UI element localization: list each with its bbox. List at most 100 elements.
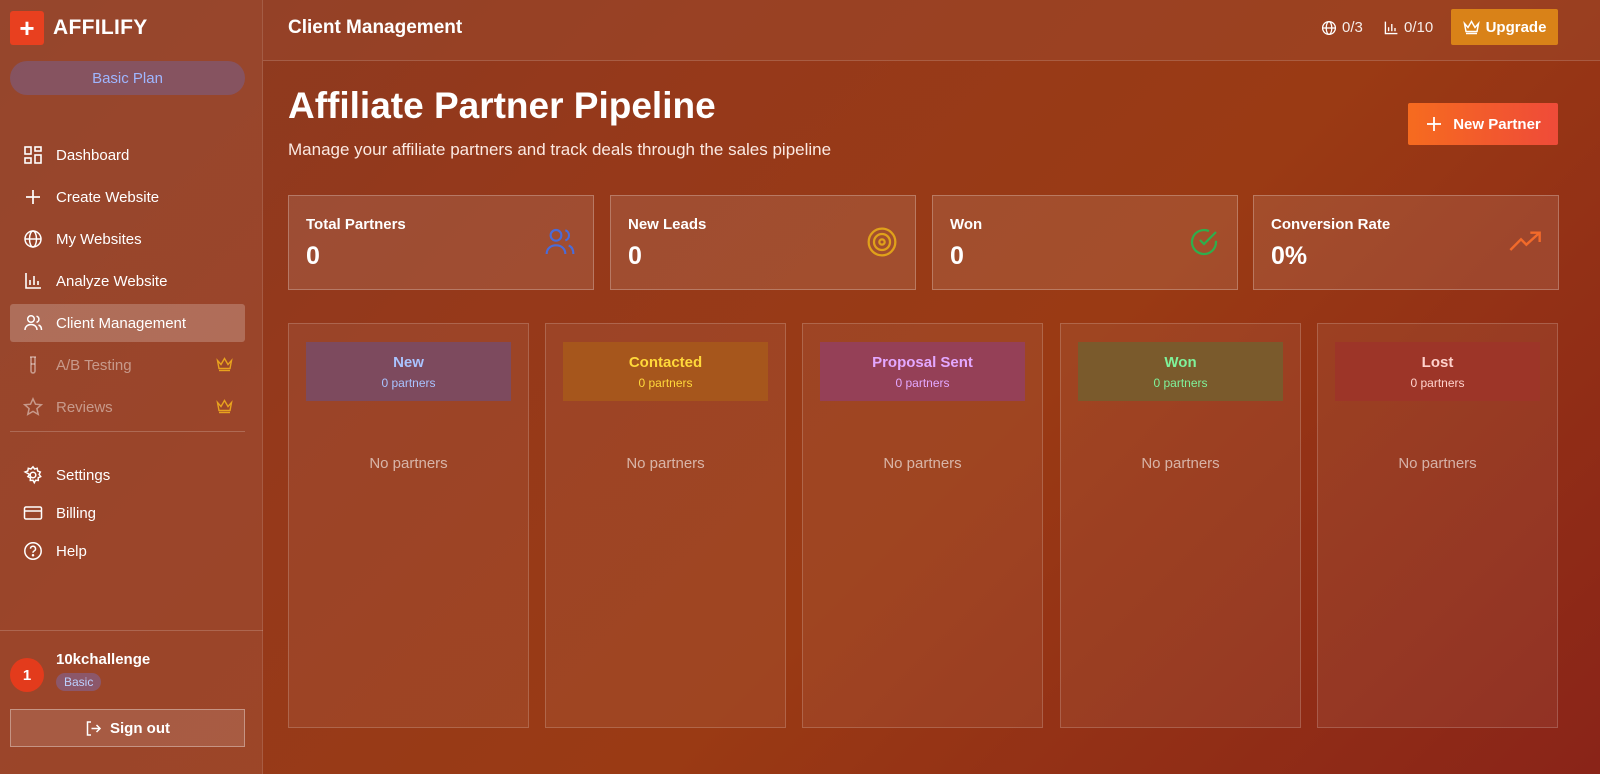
top-bar: Client Management 0/3 0/10 Upgrade — [263, 0, 1600, 61]
stat-label: Total Partners — [306, 216, 406, 233]
column-header: Lost 0 partners — [1335, 342, 1540, 401]
stat-card-total-partners: Total Partners 0 — [288, 195, 594, 290]
sidebar-item-billing[interactable]: Billing — [10, 494, 245, 532]
sidebar-item-create-website[interactable]: Create Website — [10, 178, 245, 216]
sidebar-item-settings[interactable]: Settings — [10, 456, 245, 494]
sidebar-item-label: Create Website — [56, 188, 160, 206]
new-partner-button[interactable]: New Partner — [1408, 103, 1558, 145]
stat-card-new-leads: New Leads 0 — [610, 195, 916, 290]
column-header: Won 0 partners — [1078, 342, 1283, 401]
gear-icon — [23, 465, 43, 485]
test-tube-icon — [23, 355, 43, 375]
column-count: 0 partners — [638, 375, 693, 390]
column-title: Proposal Sent — [872, 353, 973, 371]
sidebar-item-reviews[interactable]: Reviews — [10, 388, 245, 426]
sidebar-item-dashboard[interactable]: Dashboard — [10, 136, 245, 174]
upgrade-label: Upgrade — [1485, 18, 1547, 36]
new-partner-label: New Partner — [1453, 115, 1541, 133]
user-plan-badge: Basic — [56, 673, 102, 691]
analyses-usage: 0/10 — [1383, 19, 1433, 36]
help-circle-icon — [23, 541, 43, 561]
users-icon — [544, 226, 576, 263]
bar-chart-icon — [23, 271, 43, 291]
sidebar-item-label: Settings — [56, 466, 111, 484]
plus-icon — [23, 187, 43, 207]
column-title: Lost — [1421, 353, 1454, 371]
sidebar-item-help[interactable]: Help — [10, 532, 245, 570]
app-name: AFFILIFY — [53, 16, 148, 39]
column-count: 0 partners — [1410, 375, 1465, 390]
sidebar-item-label: Help — [56, 542, 87, 560]
stat-card-won: Won 0 — [932, 195, 1238, 290]
sidebar-item-client-management[interactable]: Client Management — [10, 304, 245, 342]
column-count: 0 partners — [1153, 375, 1208, 390]
column-empty-state: No partners — [1141, 455, 1220, 472]
column-title: Contacted — [628, 353, 703, 371]
globe-icon — [1321, 20, 1337, 35]
credit-card-icon — [23, 503, 43, 523]
logo-icon: + — [10, 11, 44, 45]
sign-out-label: Sign out — [110, 719, 170, 737]
sidebar-divider — [10, 431, 245, 432]
sidebar-item-analyze-website[interactable]: Analyze Website — [10, 262, 245, 300]
sidebar-item-label: Analyze Website — [56, 272, 168, 290]
check-circle-icon — [1188, 226, 1220, 263]
stat-value: 0 — [306, 242, 320, 270]
page-title: Affiliate Partner Pipeline — [288, 85, 716, 126]
sidebar-item-label: Client Management — [56, 314, 187, 332]
sign-out-button[interactable]: Sign out — [10, 709, 245, 747]
column-header: Proposal Sent 0 partners — [820, 342, 1025, 401]
column-header: Contacted 0 partners — [563, 342, 768, 401]
avatar[interactable]: 1 — [10, 658, 44, 692]
column-empty-state: No partners — [626, 455, 705, 472]
stat-card-conversion-rate: Conversion Rate 0% — [1253, 195, 1559, 290]
analyses-usage-value: 0/10 — [1404, 19, 1434, 36]
column-title: New — [393, 353, 424, 371]
sidebar-item-label: Billing — [56, 504, 97, 522]
crown-icon — [216, 399, 233, 418]
column-empty-state: No partners — [1398, 455, 1477, 472]
sidebar-item-ab-testing[interactable]: A/B Testing — [10, 346, 245, 384]
sign-out-icon — [86, 720, 102, 736]
pipeline-column-contacted: Contacted 0 partners No partners — [545, 323, 786, 728]
page-header-title: Client Management — [288, 17, 463, 38]
sidebar-item-my-websites[interactable]: My Websites — [10, 220, 245, 258]
sidebar-item-label: A/B Testing — [56, 356, 132, 374]
star-icon — [23, 397, 43, 417]
bar-chart-icon — [1384, 21, 1398, 34]
websites-usage: 0/3 — [1321, 19, 1363, 36]
sidebar: + AFFILIFY Basic Plan Dashboard Create W… — [0, 0, 263, 774]
username: 10kchallenge — [56, 651, 151, 668]
pipeline-column-proposal-sent: Proposal Sent 0 partners No partners — [802, 323, 1043, 728]
page-subtitle: Manage your affiliate partners and track… — [288, 140, 832, 159]
stat-label: New Leads — [628, 216, 707, 233]
column-header: New 0 partners — [306, 342, 511, 401]
crown-icon — [216, 357, 233, 376]
stat-value: 0% — [1271, 242, 1308, 270]
column-empty-state: No partners — [369, 455, 448, 472]
column-title: Won — [1164, 353, 1197, 371]
stat-label: Conversion Rate — [1271, 216, 1391, 233]
stat-label: Won — [950, 216, 983, 233]
stat-value: 0 — [628, 242, 642, 270]
websites-usage-value: 0/3 — [1342, 19, 1363, 36]
column-empty-state: No partners — [883, 455, 962, 472]
crown-icon — [1462, 19, 1480, 34]
plan-badge[interactable]: Basic Plan — [10, 61, 245, 95]
pipeline-column-lost: Lost 0 partners No partners — [1317, 323, 1558, 728]
column-count: 0 partners — [895, 375, 950, 390]
sidebar-item-label: Dashboard — [56, 146, 130, 164]
target-icon — [866, 226, 898, 263]
column-count: 0 partners — [381, 375, 436, 390]
brand[interactable]: + AFFILIFY — [10, 11, 148, 45]
stat-value: 0 — [950, 242, 964, 270]
grid-icon — [23, 145, 43, 165]
sidebar-item-label: My Websites — [56, 230, 142, 248]
trending-up-icon — [1509, 226, 1541, 263]
plus-icon — [1427, 117, 1442, 131]
globe-icon — [23, 229, 43, 249]
upgrade-button[interactable]: Upgrade — [1451, 9, 1558, 45]
pipeline-column-won: Won 0 partners No partners — [1060, 323, 1301, 728]
user-profile: 1 10kchallenge Basic Sign out — [0, 630, 263, 774]
sidebar-item-label: Reviews — [56, 398, 113, 416]
